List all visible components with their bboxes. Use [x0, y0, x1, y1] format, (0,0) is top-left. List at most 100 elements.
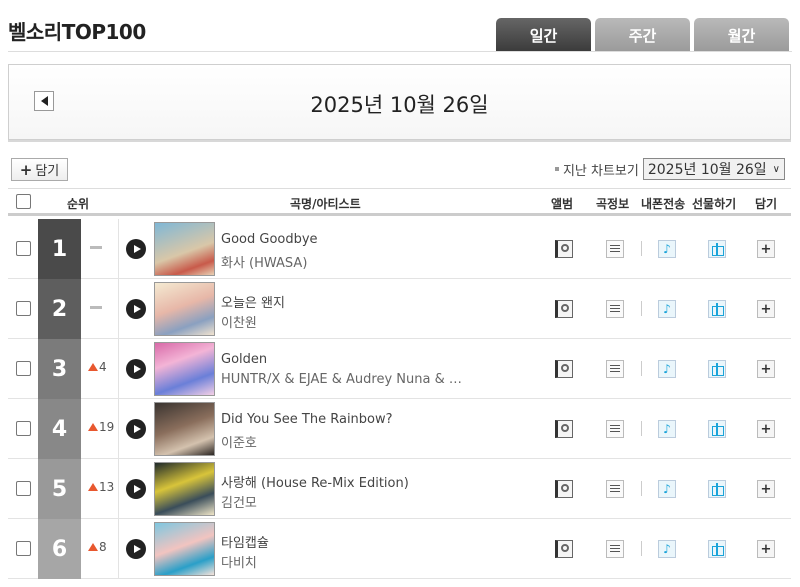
song-title[interactable]: Did You See The Rainbow?	[221, 412, 393, 427]
music-note-icon[interactable]: ♪	[658, 360, 676, 378]
artist-name[interactable]: HUNTR/X & EJAE & Audrey Nuna & …	[221, 372, 462, 387]
gift-icon[interactable]	[708, 480, 726, 498]
song-title[interactable]: 사랑해 (House Re-Mix Edition)	[221, 472, 409, 491]
album-icon[interactable]	[555, 300, 573, 318]
plus-icon: +	[19, 160, 33, 179]
song-info-icon[interactable]	[606, 240, 624, 258]
no-change-icon	[90, 306, 102, 309]
row-divider	[118, 279, 119, 339]
play-button[interactable]	[126, 479, 146, 499]
rank-number: 6	[38, 519, 81, 579]
album-icon[interactable]	[555, 240, 573, 258]
col-gift: 선물하기	[692, 197, 737, 211]
music-note-icon[interactable]: ♪	[658, 540, 676, 558]
col-song-info: 곡정보	[596, 197, 630, 211]
song-title[interactable]: Golden	[221, 352, 267, 367]
row-checkbox[interactable]	[16, 301, 31, 316]
row-checkbox[interactable]	[16, 541, 31, 556]
artist-name[interactable]: 김건모	[221, 492, 257, 511]
album-cover[interactable]	[154, 222, 215, 276]
album-icon[interactable]	[555, 360, 573, 378]
table-row: 3 4 Golden HUNTR/X & EJAE & Audrey Nuna …	[8, 339, 791, 399]
rank-up-icon	[88, 363, 98, 371]
play-icon	[133, 545, 141, 553]
album-cover[interactable]	[154, 462, 215, 516]
page-title: 벨소리TOP100	[8, 20, 146, 44]
tab-monthly[interactable]: 월간	[694, 18, 789, 52]
artist-name[interactable]: 화사 (HWASA)	[221, 252, 307, 271]
add-selected-button[interactable]: + 담기	[11, 158, 68, 181]
album-icon[interactable]	[555, 540, 573, 558]
add-icon[interactable]: +	[757, 420, 775, 438]
music-note-icon[interactable]: ♪	[658, 240, 676, 258]
album-icon[interactable]	[555, 420, 573, 438]
rank-up-icon	[88, 483, 98, 491]
date-bar: 2025년 10월 26일	[8, 64, 791, 140]
music-note-icon[interactable]: ♪	[658, 300, 676, 318]
artist-name[interactable]: 다비치	[221, 552, 257, 571]
chevron-down-icon: ∨	[772, 163, 780, 175]
rank-number: 3	[38, 339, 81, 399]
artist-name[interactable]: 이찬원	[221, 312, 257, 331]
album-cover[interactable]	[154, 402, 215, 456]
row-checkbox[interactable]	[16, 241, 31, 256]
row-checkbox[interactable]	[16, 481, 31, 496]
row-divider	[118, 219, 119, 279]
song-info-icon[interactable]	[606, 300, 624, 318]
music-note-icon[interactable]: ♪	[658, 420, 676, 438]
play-icon	[133, 365, 141, 373]
song-title[interactable]: Good Goodbye	[221, 232, 318, 247]
rank-change-value: 4	[99, 360, 107, 374]
song-info-icon[interactable]	[606, 420, 624, 438]
rank-change-value: 8	[99, 540, 107, 554]
rank-change: 4	[88, 360, 107, 374]
add-icon[interactable]: +	[757, 480, 775, 498]
gift-icon[interactable]	[708, 420, 726, 438]
icon-divider	[641, 481, 642, 496]
past-chart-select[interactable]: 2025년 10월 26일 ∨	[642, 158, 785, 180]
add-icon[interactable]: +	[757, 300, 775, 318]
song-info-icon[interactable]	[606, 360, 624, 378]
gift-icon[interactable]	[708, 300, 726, 318]
add-icon[interactable]: +	[757, 540, 775, 558]
album-icon[interactable]	[555, 480, 573, 498]
rank-number: 5	[38, 459, 81, 519]
song-info-icon[interactable]	[606, 540, 624, 558]
add-icon[interactable]: +	[757, 360, 775, 378]
rank-up-icon	[88, 423, 98, 431]
row-divider	[118, 519, 119, 579]
play-button[interactable]	[126, 419, 146, 439]
music-note-icon[interactable]: ♪	[658, 480, 676, 498]
song-title[interactable]: 오늘은 왠지	[221, 292, 285, 311]
play-button[interactable]	[126, 359, 146, 379]
col-add: 담기	[755, 197, 778, 211]
rank-change: 13	[88, 480, 114, 494]
album-cover[interactable]	[154, 342, 215, 396]
add-icon[interactable]: +	[757, 240, 775, 258]
album-cover[interactable]	[154, 522, 215, 576]
tab-weekly[interactable]: 주간	[595, 18, 690, 52]
tab-daily[interactable]: 일간	[496, 18, 591, 52]
artist-name[interactable]: 이준호	[221, 432, 257, 451]
add-selected-label: 담기	[35, 164, 60, 179]
song-info-icon[interactable]	[606, 480, 624, 498]
song-title[interactable]: 타임캡슐	[221, 532, 269, 551]
gift-icon[interactable]	[708, 540, 726, 558]
past-chart-selected: 2025년 10월 26일	[647, 162, 767, 178]
col-song-artist: 곡명/아티스트	[290, 197, 361, 211]
row-checkbox[interactable]	[16, 361, 31, 376]
play-button[interactable]	[126, 539, 146, 559]
select-all-checkbox[interactable]	[16, 194, 31, 209]
gift-icon[interactable]	[708, 360, 726, 378]
play-button[interactable]	[126, 299, 146, 319]
row-divider	[118, 459, 119, 519]
gift-icon[interactable]	[708, 240, 726, 258]
rank-up-icon	[88, 543, 98, 551]
icon-divider	[641, 541, 642, 556]
play-button[interactable]	[126, 239, 146, 259]
play-icon	[133, 245, 141, 253]
play-icon	[133, 425, 141, 433]
table-row: 1 Good Goodbye 화사 (HWASA) ♪ +	[8, 219, 791, 279]
row-checkbox[interactable]	[16, 421, 31, 436]
album-cover[interactable]	[154, 282, 215, 336]
